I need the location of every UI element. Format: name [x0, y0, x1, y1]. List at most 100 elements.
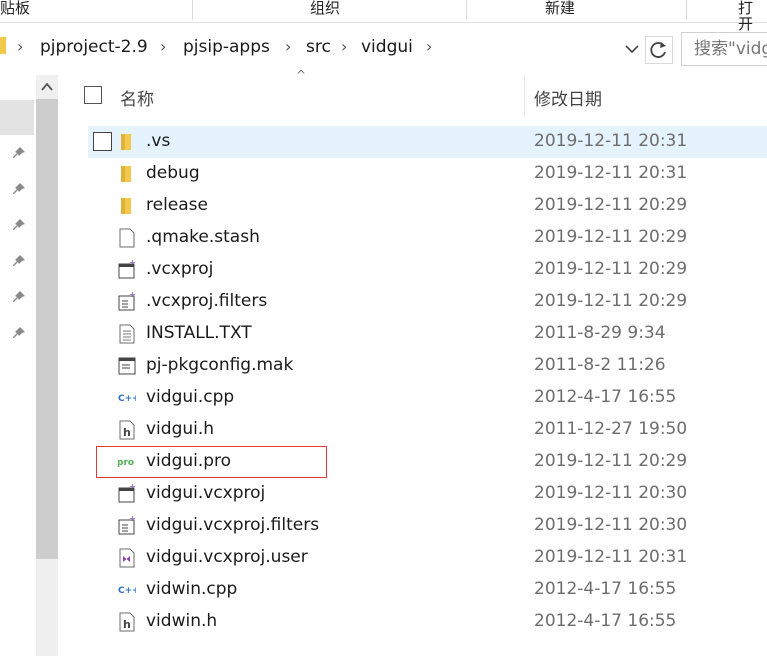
pin-icon[interactable] — [12, 326, 26, 340]
file-row[interactable]: .vs 2019-12-11 20:31 — [88, 126, 767, 158]
file-name[interactable]: INSTALL.TXT — [146, 323, 252, 343]
file-row[interactable]: h vidwin.h 2012-4-17 16:55 — [88, 606, 767, 638]
svg-text:h: h — [123, 426, 131, 439]
cpp-file-icon: C++ — [118, 580, 140, 600]
refresh-button[interactable] — [645, 36, 673, 64]
breadcrumb-vidgui[interactable]: vidgui — [361, 37, 413, 57]
pin-icon[interactable] — [12, 146, 26, 160]
breadcrumb-src[interactable]: src — [306, 37, 331, 57]
file-row[interactable]: ++ .vcxproj 2019-12-11 20:29 — [88, 254, 767, 286]
file-row[interactable]: pj-pkgconfig.mak 2011-8-2 11:26 — [88, 350, 767, 382]
chevron-right-icon: › — [285, 37, 292, 56]
pin-icon[interactable] — [12, 218, 26, 232]
pin-icon[interactable] — [12, 182, 26, 196]
file-date-modified: 2011-8-2 11:26 — [534, 355, 666, 375]
column-divider[interactable] — [524, 77, 525, 115]
file-name[interactable]: release — [146, 195, 208, 215]
breadcrumb-pjproject[interactable]: pjproject-2.9 — [40, 37, 148, 57]
file-date-modified: 2019-12-11 20:29 — [534, 291, 688, 311]
row-checkbox[interactable] — [93, 132, 112, 151]
file-row[interactable]: INSTALL.TXT 2011-8-29 9:34 — [88, 318, 767, 350]
folder-icon — [118, 196, 136, 216]
file-name[interactable]: vidgui.cpp — [146, 387, 234, 407]
svg-text:C++: C++ — [118, 394, 136, 404]
select-all-checkbox[interactable] — [84, 86, 102, 104]
column-header-date-modified[interactable]: 修改日期 — [534, 85, 602, 110]
sort-ascending-icon: ^ — [296, 68, 307, 82]
chevron-right-icon: › — [341, 37, 348, 56]
breadcrumb-pjsip-apps[interactable]: pjsip-apps — [183, 37, 270, 57]
vcxproj-icon: ++ — [118, 258, 142, 280]
chevron-down-icon[interactable] — [622, 38, 642, 60]
file-row[interactable]: ++ vidgui.vcxproj.filters 2019-12-11 20:30 — [88, 510, 767, 542]
file-date-modified: 2012-4-17 16:55 — [534, 387, 677, 407]
file-name[interactable]: .qmake.stash — [146, 227, 260, 247]
refresh-icon — [650, 42, 666, 58]
file-name[interactable]: vidgui.vcxproj — [146, 483, 265, 503]
file-name[interactable]: vidwin.h — [146, 611, 217, 631]
file-date-modified: 2019-12-11 20:31 — [534, 547, 688, 567]
svg-text:++: ++ — [129, 292, 136, 299]
pin-icon[interactable] — [12, 254, 26, 268]
chevron-right-icon: › — [17, 37, 24, 56]
column-header-name[interactable]: 名称 — [120, 85, 154, 110]
file-date-modified: 2011-8-29 9:34 — [534, 323, 666, 343]
file-row[interactable]: .qmake.stash 2019-12-11 20:29 — [88, 222, 767, 254]
navigation-pane[interactable] — [0, 75, 60, 656]
file-name[interactable]: vidgui.h — [146, 419, 214, 439]
filters-icon: ++ — [118, 514, 142, 536]
folder-icon — [0, 37, 6, 54]
file-date-modified: 2019-12-11 20:29 — [534, 259, 688, 279]
ribbon-divider — [192, 0, 193, 20]
file-date-modified: 2019-12-11 20:31 — [534, 163, 688, 183]
search-input[interactable]: 搜索"vidgui" — [681, 32, 767, 66]
ribbon-group-labels: 贴板 组织 新建 打开 — [0, 0, 767, 33]
text-file-icon — [118, 324, 136, 344]
file-name[interactable]: vidwin.cpp — [146, 579, 237, 599]
file-row[interactable]: ++ .vcxproj.filters 2019-12-11 20:29 — [88, 286, 767, 318]
folder-icon — [118, 164, 136, 184]
nav-selected-item[interactable] — [0, 100, 34, 135]
file-row[interactable]: debug 2019-12-11 20:31 — [88, 158, 767, 190]
svg-text:++: ++ — [129, 260, 136, 267]
file-row[interactable]: release 2019-12-11 20:29 — [88, 190, 767, 222]
folder-icon — [118, 132, 136, 152]
file-name[interactable]: .vs — [146, 131, 170, 151]
file-date-modified: 2019-12-11 20:29 — [534, 195, 688, 215]
file-date-modified: 2011-12-27 19:50 — [534, 419, 688, 439]
chevron-right-icon: › — [160, 37, 167, 56]
ribbon-label-clipboard: 贴板 — [0, 0, 31, 17]
file-row[interactable]: h vidgui.h 2011-12-27 19:50 — [88, 414, 767, 446]
file-date-modified: 2019-12-11 20:29 — [534, 227, 688, 247]
file-name[interactable]: pj-pkgconfig.mak — [146, 355, 293, 375]
vs-user-file-icon — [118, 548, 136, 568]
header-file-icon: h — [118, 420, 136, 440]
ribbon-label-new: 新建 — [545, 0, 576, 17]
file-name[interactable]: debug — [146, 163, 200, 183]
file-name[interactable]: vidgui.vcxproj.filters — [146, 515, 319, 535]
file-row[interactable]: C++ vidgui.cpp 2012-4-17 16:55 — [88, 382, 767, 414]
svg-text:++: ++ — [129, 516, 136, 523]
file-name[interactable]: vidgui.vcxproj.user — [146, 547, 308, 567]
nav-scrollbar-thumb[interactable] — [36, 99, 58, 559]
file-name[interactable]: .vcxproj — [146, 259, 213, 279]
ribbon-label-organize: 组织 — [310, 0, 341, 17]
pin-icon[interactable] — [12, 290, 26, 304]
header-file-icon: h — [118, 612, 136, 632]
ribbon-label-open: 打开 — [738, 0, 754, 33]
file-row[interactable]: vidgui.vcxproj.user 2019-12-11 20:31 — [88, 542, 767, 574]
mak-file-icon — [118, 356, 136, 376]
file-date-modified: 2012-4-17 16:55 — [534, 579, 677, 599]
scroll-up-icon[interactable] — [36, 78, 58, 96]
file-name[interactable]: .vcxproj.filters — [146, 291, 267, 311]
chevron-right-icon: › — [426, 37, 433, 56]
svg-text:h: h — [123, 618, 131, 631]
filters-icon: ++ — [118, 290, 142, 312]
ribbon-divider — [466, 0, 467, 20]
file-row[interactable]: ++ vidgui.vcxproj 2019-12-11 20:30 — [88, 478, 767, 510]
svg-text:C++: C++ — [118, 586, 136, 596]
vcxproj-icon: ++ — [118, 482, 142, 504]
ribbon-divider — [686, 0, 687, 20]
file-row[interactable]: C++ vidwin.cpp 2012-4-17 16:55 — [88, 574, 767, 606]
blank-file-icon — [118, 228, 136, 248]
